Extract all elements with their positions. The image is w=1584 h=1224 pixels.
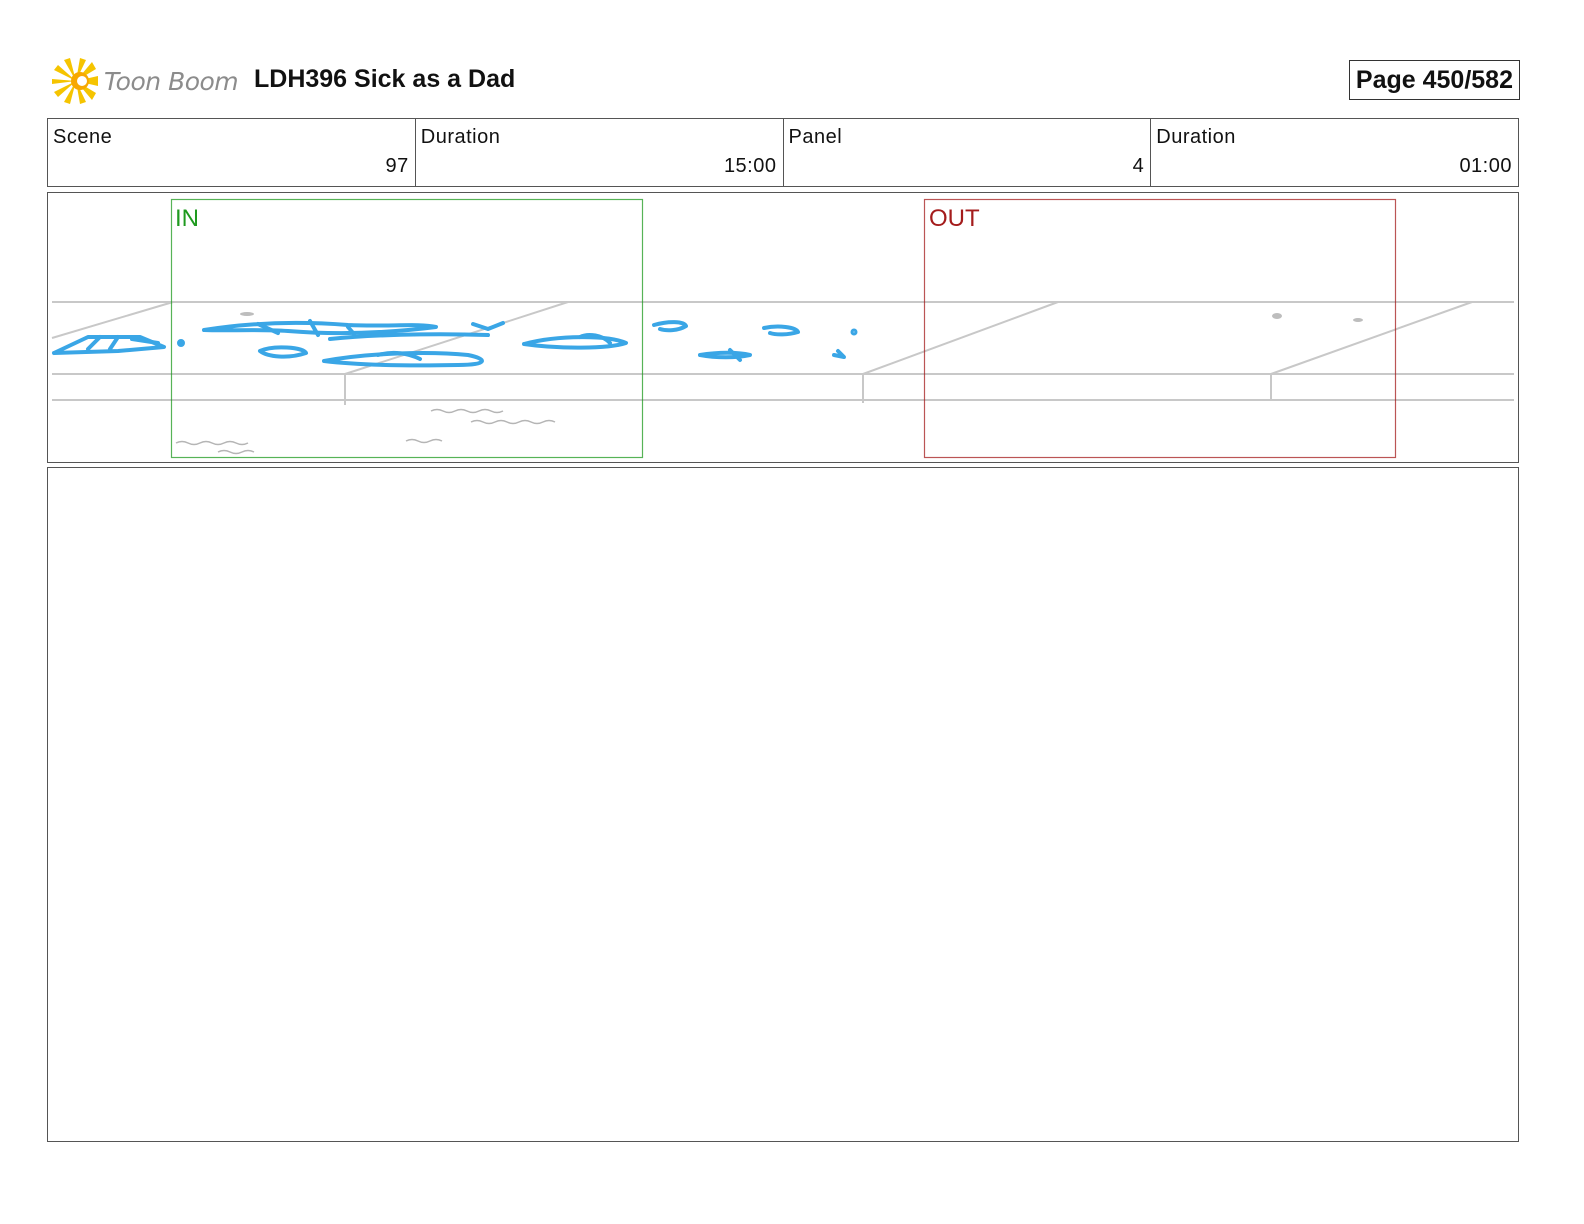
starburst-icon [52,58,98,104]
out-frame [923,198,1397,459]
blue-sketch-strokes [52,319,858,368]
in-label: IN [175,205,199,232]
logo-text: Toon Boom [104,66,239,96]
panel-value: 4 [1132,155,1145,177]
panel-label: Panel [788,126,843,148]
scene-duration-label: Duration [420,126,501,148]
storyboard-panel: IN OUT [47,192,1519,463]
document-title: LDH396 Sick as a Dad [254,65,516,93]
page-header: Toon Boom LDH396 Sick as a Dad Page 450/… [48,52,1520,110]
scene-duration-value: 15:00 [723,155,777,177]
panel-duration-cell: Duration 01:00 [1151,119,1518,186]
out-label: OUT [929,205,980,232]
grey-dots [240,312,1363,322]
panel-cell: Panel 4 [784,119,1152,186]
scene-label: Scene [53,126,113,148]
panel-sketch [51,198,1514,459]
page-number: Page 450/582 [1348,60,1520,100]
panel-duration-label: Duration [1156,126,1236,148]
toon-boom-logo: Toon Boom [52,56,239,106]
panel-duration-value: 01:00 [1459,155,1512,177]
scene-cell: Scene 97 [48,119,416,186]
scene-value: 97 [385,155,409,177]
scene-info-table: Scene 97 Duration 15:00 Panel 4 Duration… [47,118,1519,187]
scene-duration-cell: Duration 15:00 [416,119,784,186]
pencil-marks [175,408,556,455]
notes-area[interactable] [47,467,1519,1142]
